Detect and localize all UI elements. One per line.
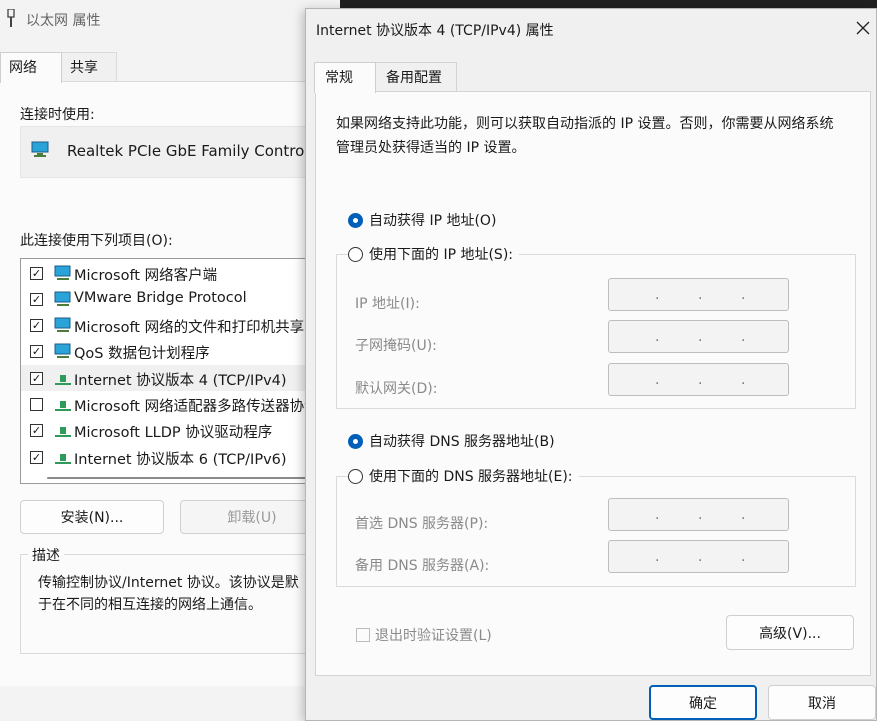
item-label: QoS 数据包计划程序 (74, 346, 210, 362)
item-checkbox[interactable]: ✓ (30, 267, 43, 280)
uninstall-button[interactable]: 卸载(U) (180, 500, 324, 534)
radio-empty-icon[interactable] (348, 468, 363, 484)
items-list-label: 此连接使用下列项目(O): (20, 233, 173, 249)
gateway-label: 默认网关(D): (355, 381, 438, 397)
radio-selected-icon[interactable] (348, 212, 363, 228)
general-tab-panel: 如果网络支持此功能，则可以获取自动指派的 IP 设置。否则，你需要从网络系统管理… (315, 91, 871, 676)
item-checkbox[interactable]: ✓ (30, 345, 43, 358)
tab-sharing[interactable]: 共享 (61, 52, 117, 82)
subnet-mask-label: 子网掩码(U): (355, 338, 437, 354)
items-list[interactable]: ✓ Microsoft 网络客户端 ✓ VMware Bridge Protoc… (20, 258, 340, 484)
radio-label: 自动获得 DNS 服务器地址(B) (369, 434, 555, 450)
item-label: Microsoft 网络适配器多路传送器协议 (74, 399, 319, 415)
list-item[interactable]: Microsoft 网络适配器多路传送器协议 (21, 391, 339, 417)
network-computer-icon (54, 317, 71, 332)
list-item[interactable]: ✓ Microsoft LLDP 协议驱动程序 (21, 417, 339, 443)
ethernet-cable-icon (7, 9, 15, 27)
list-item[interactable]: ✓ Internet 协议版本 6 (TCP/IPv6) (21, 444, 339, 470)
item-checkbox[interactable]: ✓ (30, 319, 43, 332)
protocol-icon (55, 401, 71, 411)
network-adapter-icon (31, 141, 49, 157)
window-title: 以太网 属性 (26, 13, 101, 29)
description-title: 描述 (28, 545, 64, 565)
radio-selected-icon[interactable] (348, 433, 363, 449)
protocol-icon (55, 375, 71, 385)
item-checkbox[interactable]: ✓ (30, 424, 43, 437)
radio-label: 使用下面的 DNS 服务器地址(E): (369, 469, 573, 485)
connect-using-label: 连接时使用: (20, 107, 95, 123)
list-item[interactable]: ✓ VMware Bridge Protocol (21, 286, 339, 312)
item-checkbox[interactable]: ✓ (30, 451, 43, 464)
network-computer-icon (54, 343, 71, 358)
ok-button[interactable]: 确定 (649, 685, 757, 720)
list-item[interactable]: ✓ Microsoft 网络客户端 (21, 260, 339, 286)
radio-label: 自动获得 IP 地址(O) (369, 213, 497, 229)
list-item[interactable]: ✓ QoS 数据包计划程序 (21, 338, 339, 364)
ethernet-properties-window: 以太网 属性 网络 共享 连接时使用: Realtek PCIe GbE Fam… (0, 0, 340, 721)
checkbox-icon[interactable] (356, 628, 370, 642)
item-checkbox[interactable] (30, 398, 43, 411)
tab-alternate-config[interactable]: 备用配置 (375, 62, 457, 92)
preferred-dns-label: 首选 DNS 服务器(P): (355, 516, 489, 532)
intro-text: 如果网络支持此功能，则可以获取自动指派的 IP 设置。否则，你需要从网络系统管理… (336, 116, 834, 156)
item-label: VMware Bridge Protocol (74, 290, 247, 306)
ip-address-label: IP 地址(I): (355, 296, 420, 312)
preferred-dns-field[interactable]: ... (608, 498, 789, 531)
item-checkbox[interactable]: ✓ (30, 293, 43, 306)
dns-auto-radio[interactable]: 自动获得 DNS 服务器地址(B) (348, 430, 555, 452)
dns-manual-radio[interactable]: 使用下面的 DNS 服务器地址(E): (348, 465, 579, 487)
item-label: Microsoft 网络的文件和打印机共享 (74, 320, 305, 336)
item-label: Microsoft LLDP 协议驱动程序 (74, 425, 273, 441)
network-computer-icon (54, 265, 71, 280)
list-item-selected[interactable]: ✓ Internet 协议版本 4 (TCP/IPv4) (21, 365, 339, 391)
alternate-dns-field[interactable]: ... (608, 540, 789, 573)
item-label: Internet 协议版本 6 (TCP/IPv6) (74, 452, 287, 468)
cancel-button[interactable]: 取消 (768, 685, 876, 720)
item-checkbox[interactable]: ✓ (30, 372, 43, 385)
ip-auto-radio[interactable]: 自动获得 IP 地址(O) (348, 209, 496, 231)
validate-on-exit-checkbox[interactable]: 退出时验证设置(L) (356, 625, 492, 645)
dialog-title: Internet 协议版本 4 (TCP/IPv4) 属性 (316, 23, 554, 39)
ipv4-properties-dialog: Internet 协议版本 4 (TCP/IPv4) 属性 常规 备用配置 如果… (305, 8, 877, 721)
ip-manual-radio[interactable]: 使用下面的 IP 地址(S): (348, 243, 519, 265)
install-button[interactable]: 安装(N)... (20, 500, 164, 534)
network-computer-icon (54, 291, 71, 306)
horizontal-scrollbar[interactable] (23, 473, 323, 481)
tab-network[interactable]: 网络 (0, 52, 62, 83)
alternate-dns-label: 备用 DNS 服务器(A): (355, 558, 490, 574)
advanced-button[interactable]: 高级(V)... (726, 615, 854, 650)
list-item[interactable]: ✓ Microsoft 网络的文件和打印机共享 (21, 312, 339, 338)
adapter-box: Realtek PCIe GbE Family Controll (20, 126, 340, 178)
checkbox-label: 退出时验证设置(L) (375, 628, 492, 644)
protocol-icon (55, 454, 71, 464)
description-text: 传输控制协议/Internet 协议。该协议是默 于在不同的相互连接的网络上通信… (38, 575, 299, 613)
item-label: Internet 协议版本 4 (TCP/IPv4) (74, 373, 287, 389)
item-label: Microsoft 网络客户端 (74, 268, 218, 284)
radio-label: 使用下面的 IP 地址(S): (369, 247, 513, 263)
close-icon[interactable] (854, 19, 872, 37)
protocol-icon (55, 427, 71, 437)
title-bar: 以太网 属性 (0, 0, 340, 38)
tab-general[interactable]: 常规 (314, 62, 376, 93)
gateway-field[interactable]: ... (608, 363, 789, 396)
subnet-mask-field[interactable]: ... (608, 320, 789, 353)
adapter-name: Realtek PCIe GbE Family Controll (67, 142, 313, 160)
ip-address-field[interactable]: ... (608, 278, 789, 311)
radio-empty-icon[interactable] (348, 246, 363, 262)
